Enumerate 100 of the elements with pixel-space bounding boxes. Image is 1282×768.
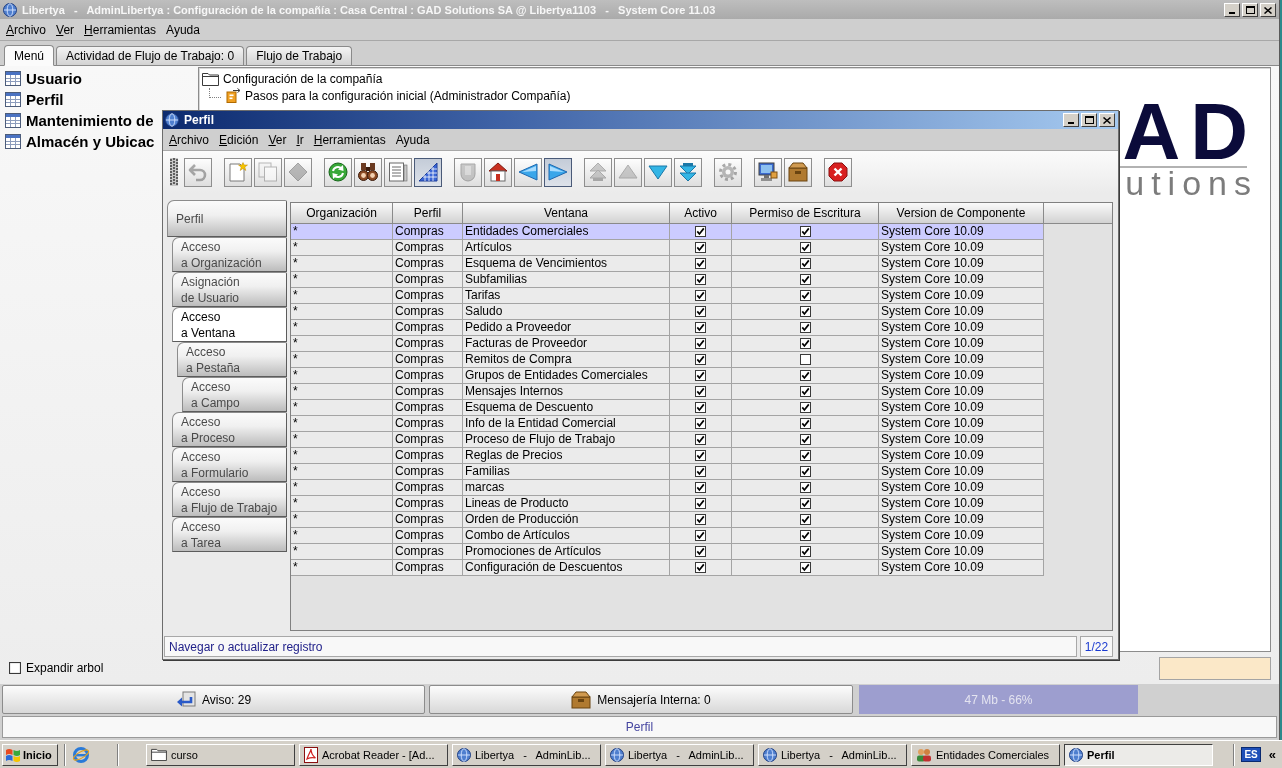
tab[interactable]: Acceso a Campo	[182, 377, 287, 412]
grip-icon[interactable]	[170, 158, 178, 186]
table-row[interactable]: * Compras marcas System Core 10.09	[291, 480, 1044, 496]
checkbox[interactable]	[799, 370, 811, 381]
checkbox[interactable]	[695, 338, 706, 349]
close-button[interactable]	[1260, 2, 1276, 17]
browser-icon[interactable]	[72, 745, 90, 764]
language-indicator[interactable]: ES	[1241, 747, 1261, 762]
table-row[interactable]: * Compras Esquema de Descuento System Core 10.09	[291, 400, 1044, 416]
checkbox[interactable]	[799, 274, 811, 285]
menu-item[interactable]: Ver	[51, 20, 80, 39]
table-row[interactable]: * Compras Proceso de Flujo de Trabajo System Core 10.09	[291, 432, 1044, 448]
checkbox[interactable]	[799, 242, 811, 253]
new-record-button[interactable]	[224, 157, 252, 187]
menu-item[interactable]: Archivo	[164, 130, 215, 149]
checkbox[interactable]	[695, 290, 706, 301]
checkbox[interactable]	[695, 274, 706, 285]
tab[interactable]: Acceso a Organización	[172, 237, 287, 272]
checkbox[interactable]	[799, 514, 811, 525]
checkbox[interactable]	[695, 418, 706, 429]
menu-item[interactable]: Ayuda	[161, 20, 205, 39]
checkbox[interactable]	[799, 482, 811, 493]
menu-item[interactable]: Herramientas	[308, 130, 391, 149]
sidebar-item[interactable]: Almacén y Ubicac	[4, 132, 156, 151]
find-button[interactable]	[354, 157, 382, 187]
menu-item[interactable]: Herramientas	[79, 20, 162, 39]
checkbox[interactable]	[695, 434, 706, 445]
checkbox[interactable]	[799, 418, 811, 429]
next-record-button[interactable]	[644, 157, 672, 187]
minimize-button[interactable]	[1063, 113, 1079, 127]
tab[interactable]: Acceso a Formulario	[172, 447, 287, 482]
checkbox[interactable]	[799, 434, 811, 445]
maximize-button[interactable]	[1242, 2, 1258, 17]
tree-item[interactable]: Pasos para la configuración inicial (Administrador Compañía)	[225, 88, 572, 103]
menu-item[interactable]: Ayuda	[390, 130, 435, 149]
parent-button[interactable]	[514, 157, 542, 187]
checkbox[interactable]	[695, 530, 706, 541]
checkbox[interactable]	[695, 450, 706, 461]
print-button[interactable]	[754, 157, 782, 187]
table-row[interactable]: * Compras Saludo System Core 10.09	[291, 304, 1044, 320]
tree-item[interactable]: Configuración de la compañía	[201, 71, 384, 86]
checkbox[interactable]	[695, 562, 706, 573]
checkbox[interactable]	[695, 306, 706, 317]
tab[interactable]: Acceso a Ventana	[172, 307, 287, 342]
column-header[interactable]: Activo	[670, 203, 732, 224]
table-row[interactable]: * Compras Promociones de Artículos System Core 10.09	[291, 544, 1044, 560]
table-row[interactable]: * Compras Tarifas System Core 10.09	[291, 288, 1044, 304]
tab[interactable]: Acceso a Pestaña	[177, 342, 287, 377]
start-button[interactable]: Inicio	[2, 743, 58, 766]
sidebar-item[interactable]: Usuario	[4, 69, 83, 88]
table-row[interactable]: * Compras Orden de Producción System Core 10.09	[291, 512, 1044, 528]
checkbox[interactable]	[799, 546, 811, 557]
table-row[interactable]: * Compras Lineas de Producto System Core 10.09	[291, 496, 1044, 512]
table-row[interactable]: * Compras Subfamilias System Core 10.09	[291, 272, 1044, 288]
checkbox[interactable]	[799, 338, 811, 349]
checkbox[interactable]	[9, 662, 21, 674]
checkbox[interactable]	[799, 322, 811, 333]
taskbar-button[interactable]: Libertya - AdminLib...	[452, 743, 601, 766]
taskbar-button[interactable]: curso	[146, 743, 295, 766]
tab[interactable]: Acceso a Proceso	[172, 412, 287, 447]
taskbar-button[interactable]: Libertya - AdminLib...	[605, 743, 754, 766]
table-row[interactable]: * Compras Familias System Core 10.09	[291, 464, 1044, 480]
table-row[interactable]: * Compras Entidades Comerciales System Core 10.09	[291, 224, 1044, 240]
table-row[interactable]: * Compras Facturas de Proveedor System Core 10.09	[291, 336, 1044, 352]
table-row[interactable]: * Compras Remitos de Compra System Core 10.09	[291, 352, 1044, 368]
menu-item[interactable]: Archivo	[1, 20, 52, 39]
tab[interactable]: Menú	[4, 45, 55, 66]
exit-button[interactable]	[824, 157, 852, 187]
checkbox[interactable]	[695, 466, 706, 477]
detail-button[interactable]	[544, 157, 572, 187]
notice-button[interactable]: Aviso: 29	[2, 685, 425, 714]
tab[interactable]: Actividad de Flujo de Trabajo: 0	[56, 46, 245, 65]
checkbox[interactable]	[695, 322, 706, 333]
menu-item[interactable]: Ver	[263, 130, 292, 149]
checkbox[interactable]	[799, 450, 811, 461]
column-header[interactable]: Ventana	[463, 203, 670, 224]
table-row[interactable]: * Compras Combo de Artículos System Core 10.09	[291, 528, 1044, 544]
checkbox[interactable]	[695, 482, 706, 493]
checkbox[interactable]	[695, 354, 706, 365]
checkbox[interactable]	[695, 386, 706, 397]
taskbar-button[interactable]: Acrobat Reader - [Ad...	[299, 743, 448, 766]
tab[interactable]: Asignación de Usuario	[172, 272, 287, 307]
minimize-button[interactable]	[1224, 2, 1240, 17]
checkbox[interactable]	[695, 242, 706, 253]
checkbox[interactable]	[799, 562, 811, 573]
column-header[interactable]: Perfil	[393, 203, 463, 224]
table-row[interactable]: * Compras Mensajes Internos System Core 10.09	[291, 384, 1044, 400]
taskbar-button[interactable]: Libertya - AdminLib...	[758, 743, 907, 766]
archive-button[interactable]	[784, 157, 812, 187]
checkbox[interactable]	[799, 386, 811, 397]
checkbox[interactable]	[799, 306, 811, 317]
messages-button[interactable]: Mensajería Interna: 0	[429, 685, 853, 714]
table-row[interactable]: * Compras Pedido a Proveedor System Core 10.09	[291, 320, 1044, 336]
column-header[interactable]: Organización	[291, 203, 393, 224]
menu-item[interactable]: Edición	[214, 130, 264, 149]
table-row[interactable]: * Compras Artículos System Core 10.09	[291, 240, 1044, 256]
checkbox[interactable]	[695, 258, 706, 269]
history-button[interactable]	[384, 157, 412, 187]
last-record-button[interactable]	[674, 157, 702, 187]
table-row[interactable]: * Compras Grupos de Entidades Comerciales System Core 10.09	[291, 368, 1044, 384]
